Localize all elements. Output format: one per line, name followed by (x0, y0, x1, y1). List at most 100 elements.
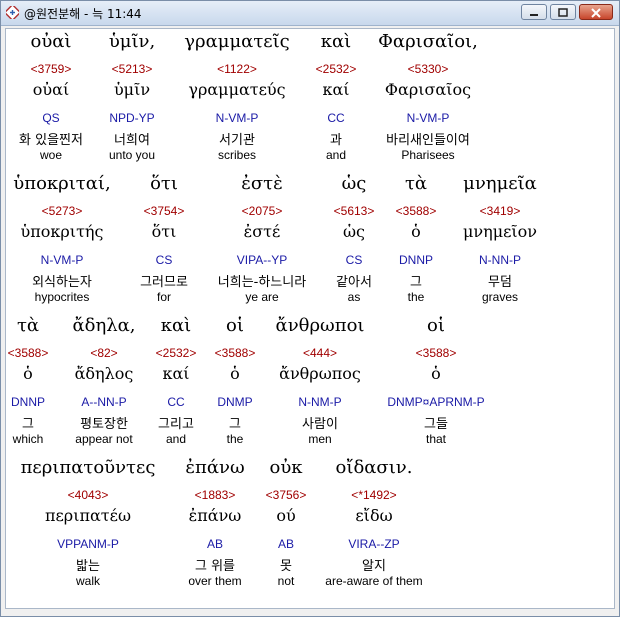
korean-gloss: 바리새인들이여 (386, 133, 470, 148)
parsing-code: N-VM-P (406, 111, 450, 125)
maximize-button[interactable] (550, 4, 576, 20)
strongs-number[interactable]: <3588> (215, 346, 256, 360)
app-icon (6, 6, 19, 19)
interlinear-view[interactable]: οὐαὶ <3759> οὐαί QS 화 있을찐저 woe ὑμῖν, <52… (5, 28, 615, 609)
strongs-number[interactable]: <2075> (242, 204, 283, 218)
strongs-number[interactable]: <82> (90, 346, 117, 360)
english-gloss: woe (39, 148, 63, 162)
korean-gloss: 너희는-하느니라 (217, 275, 307, 290)
english-gloss: as (347, 290, 361, 304)
english-gloss: hypocrites (34, 290, 90, 304)
english-gloss: which (12, 432, 44, 446)
parsing-code: CS (345, 253, 363, 267)
lemma: καί (162, 364, 190, 383)
english-gloss: ye are (245, 290, 279, 304)
greek-word: ἐστὲ (241, 173, 283, 194)
lemma: ἐπάνω (188, 506, 242, 525)
greek-word: τὰ (16, 315, 40, 336)
minimize-button[interactable] (521, 4, 547, 20)
strongs-number[interactable]: <3588> (8, 346, 49, 360)
korean-gloss: 그들 (424, 417, 448, 432)
english-gloss: appear not (75, 432, 133, 446)
parsing-code: N-VM-P (215, 111, 259, 125)
strongs-number[interactable]: <5273> (42, 204, 83, 218)
greek-word: περιπατοῦντες (20, 457, 156, 478)
greek-word: καὶ (320, 31, 352, 52)
strongs-number[interactable]: <3759> (31, 62, 72, 76)
english-gloss: graves (481, 290, 519, 304)
strongs-number[interactable]: <3588> (396, 204, 437, 218)
greek-word: γραμματεῖς (184, 31, 290, 52)
strongs-number[interactable]: <444> (303, 346, 337, 360)
lemma: οὐαί (32, 80, 70, 99)
parsing-code: N-NN-P (479, 253, 521, 267)
korean-gloss: 외식하는자 (32, 275, 92, 290)
minimize-icon (530, 14, 538, 16)
lemma: περιπατέω (45, 506, 131, 525)
parsing-code: A--NN-P (81, 395, 127, 409)
lemma: Φαρισαῖος (384, 80, 472, 99)
greek-word: ἐπάνω (185, 457, 245, 478)
strongs-number[interactable]: <3588> (416, 346, 457, 360)
lemma: ὁ (431, 364, 441, 383)
korean-gloss: 그 위를 (194, 559, 236, 574)
korean-gloss: 그 (410, 275, 422, 290)
strongs-number[interactable]: <5213> (112, 62, 153, 76)
korean-gloss: 그 (22, 417, 34, 432)
strongs-number[interactable]: <4043> (68, 488, 109, 502)
parsing-code: VIPA--YP (236, 253, 288, 267)
korean-gloss: 사람이 (302, 417, 338, 432)
english-gloss: for (156, 290, 172, 304)
korean-gloss: 그 (229, 417, 241, 432)
strongs-number[interactable]: <3754> (144, 204, 185, 218)
korean-gloss: 너희여 (114, 133, 150, 148)
lemma: ὁ (230, 364, 240, 383)
korean-gloss: 서기관 (219, 133, 255, 148)
greek-word: Φαρισαῖοι, (378, 31, 478, 52)
lemma: ὁ (411, 222, 421, 241)
close-icon (591, 8, 601, 18)
greek-word: ὅτι (150, 173, 178, 194)
maximize-icon (558, 8, 568, 17)
strongs-number[interactable]: <2532> (316, 62, 357, 76)
parsing-code: CS (155, 253, 173, 267)
lemma: ὁ (23, 364, 33, 383)
lemma: καί (322, 80, 350, 99)
parsing-code: CC (327, 111, 345, 125)
korean-gloss: 같아서 (336, 275, 372, 290)
english-gloss: that (425, 432, 447, 446)
greek-word: ὑμῖν, (108, 31, 156, 52)
korean-gloss: 평토장한 (80, 417, 128, 432)
lemma: ἄνθρωπος (279, 364, 361, 383)
parsing-code: DNNP (10, 395, 46, 409)
greek-word: οὐκ (269, 457, 303, 478)
strongs-number[interactable]: <3419> (480, 204, 521, 218)
strongs-number[interactable]: <1122> (217, 62, 257, 76)
korean-gloss: 그러므로 (140, 275, 188, 290)
greek-word: μνημεῖα (463, 173, 537, 194)
greek-word: καὶ (160, 315, 192, 336)
close-button[interactable] (579, 4, 613, 20)
strongs-number[interactable]: <3756> (266, 488, 307, 502)
title-bar[interactable]: @원전분해 - 늑 11:44 (1, 1, 619, 26)
lemma: ὑποκριτής (20, 222, 104, 241)
english-gloss: not (277, 574, 295, 588)
strongs-number[interactable]: <5613> (334, 204, 375, 218)
english-gloss: Pharisees (401, 148, 455, 162)
strongs-number[interactable]: <1883> (195, 488, 236, 502)
parsing-code: VIRA--ZP (348, 537, 400, 551)
english-gloss: and (165, 432, 187, 446)
lemma: γραμματεύς (188, 80, 286, 99)
strongs-number[interactable]: <*1492> (351, 488, 396, 502)
parsing-code: AB (206, 537, 224, 551)
lemma: ὡς (342, 222, 366, 241)
greek-word: οἱ (226, 315, 244, 336)
english-gloss: unto you (108, 148, 156, 162)
english-gloss: the (226, 432, 244, 446)
strongs-number[interactable]: <2532> (156, 346, 197, 360)
window-title: @원전분해 - 늑 11:44 (24, 7, 142, 21)
lemma: εἴδω (355, 506, 393, 525)
korean-gloss: 무덤 (488, 275, 512, 290)
parsing-code: DNNP (398, 253, 434, 267)
strongs-number[interactable]: <5330> (408, 62, 449, 76)
